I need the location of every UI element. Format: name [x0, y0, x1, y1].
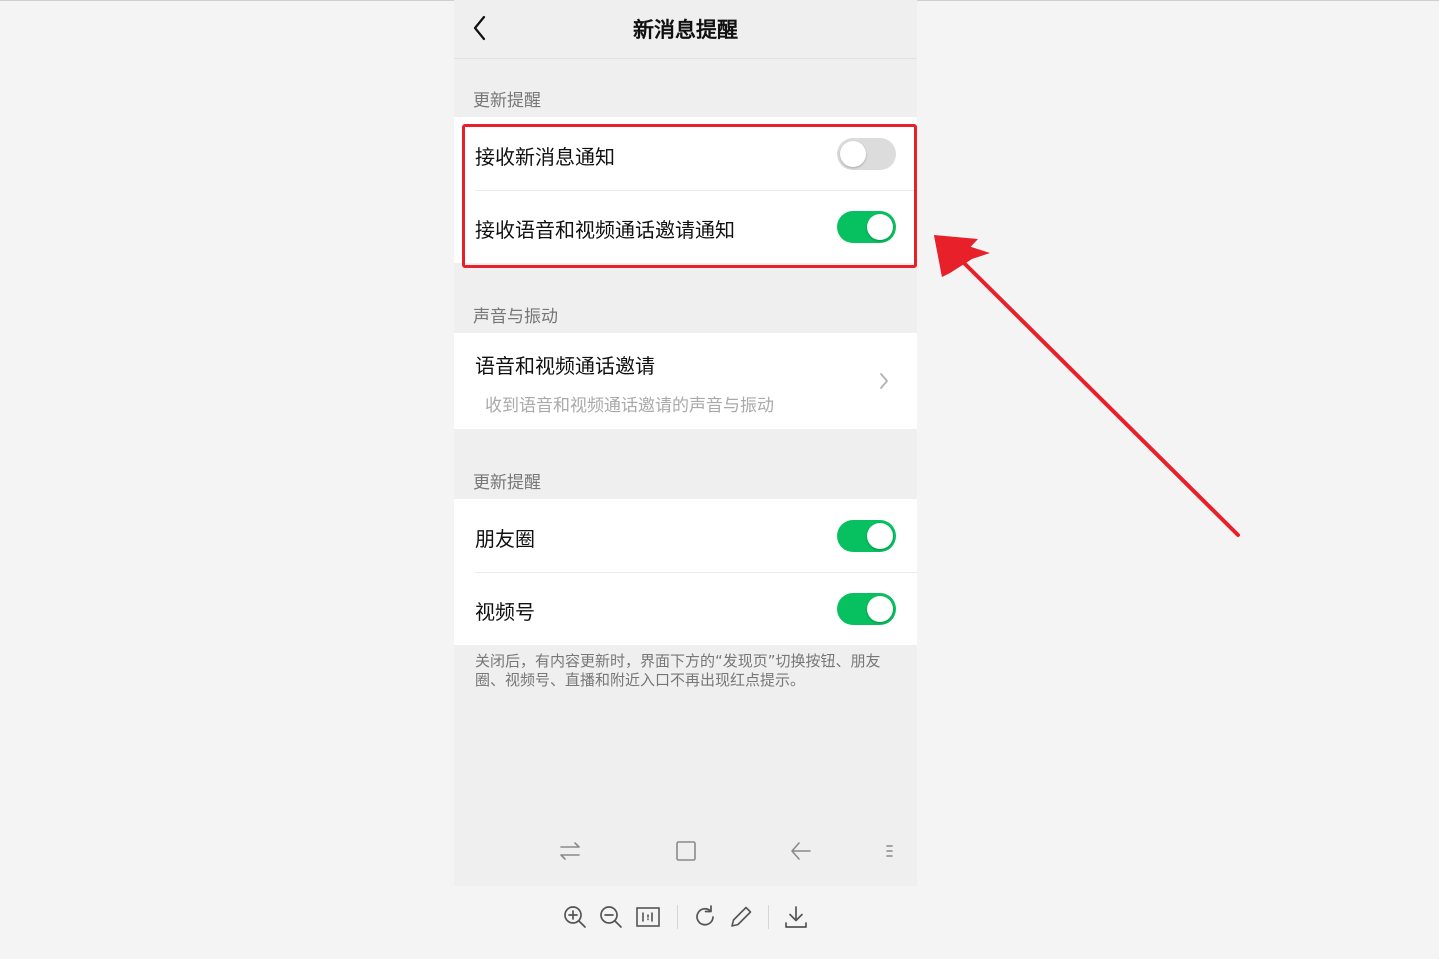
zoom-in-icon[interactable] — [561, 903, 589, 931]
call-invite-toggle[interactable] — [837, 211, 896, 243]
menu-dots-icon[interactable] — [882, 838, 898, 864]
channels-toggle[interactable] — [837, 593, 896, 625]
section-title-update-reminders-2: 更新提醒 — [473, 473, 541, 493]
rotate-icon[interactable] — [691, 903, 719, 931]
chevron-right-icon — [880, 373, 888, 389]
download-icon[interactable] — [782, 903, 810, 931]
new-message-toggle[interactable] — [837, 138, 896, 170]
image-viewer-toolbar — [555, 897, 820, 941]
switch-apps-icon[interactable] — [558, 838, 582, 864]
actual-size-icon[interactable] — [634, 903, 662, 931]
page-title: 新消息提醒 — [633, 18, 738, 42]
system-navigation-bar — [454, 820, 917, 886]
toggle-knob — [840, 141, 866, 167]
update-settings-group: 朋友圈 视频号 — [454, 499, 917, 645]
row-label: 视频号 — [475, 600, 535, 624]
annotation-arrow — [934, 235, 1240, 537]
row-label: 接收新消息通知 — [475, 145, 615, 169]
back-arrow-icon[interactable] — [789, 838, 813, 864]
toolbar-separator — [677, 905, 678, 929]
zoom-out-icon[interactable] — [597, 903, 625, 931]
section-title-update-reminders: 更新提醒 — [473, 91, 541, 111]
notification-settings-group: 接收新消息通知 接收语音和视频通话邀请通知 — [454, 117, 917, 263]
nav-bar: 新消息提醒 — [454, 0, 917, 59]
row-channels[interactable]: 视频号 — [454, 572, 917, 645]
sound-settings-group: 语音和视频通话邀请 收到语音和视频通话邀请的声音与振动 — [454, 333, 917, 429]
row-subtitle: 收到语音和视频通话邀请的声音与振动 — [485, 396, 774, 416]
phone-screen: 新消息提醒 更新提醒 接收新消息通知 接收语音和视频通话邀请通知 声音与振动 语… — [454, 0, 917, 886]
row-label: 朋友圈 — [475, 527, 535, 551]
row-call-invite-sound[interactable]: 语音和视频通话邀请 收到语音和视频通话邀请的声音与振动 — [454, 333, 917, 429]
home-square-icon[interactable] — [674, 838, 698, 864]
toolbar-separator — [768, 905, 769, 929]
row-new-message-notification[interactable]: 接收新消息通知 — [454, 117, 917, 190]
row-moments[interactable]: 朋友圈 — [454, 499, 917, 572]
row-label: 语音和视频通话邀请 — [475, 354, 655, 378]
moments-toggle[interactable] — [837, 520, 896, 552]
toggle-knob — [867, 523, 893, 549]
toggle-knob — [867, 214, 893, 240]
edit-pencil-icon[interactable] — [727, 903, 755, 931]
section-title-sound-vibration: 声音与振动 — [473, 307, 558, 327]
toggle-knob — [867, 596, 893, 622]
update-footnote: 关闭后，有内容更新时，界面下方的“发现页”切换按钮、朋友圈、视频号、直播和附近入… — [475, 652, 881, 689]
row-call-invite-notification[interactable]: 接收语音和视频通话邀请通知 — [454, 190, 917, 263]
row-label: 接收语音和视频通话邀请通知 — [475, 218, 735, 242]
